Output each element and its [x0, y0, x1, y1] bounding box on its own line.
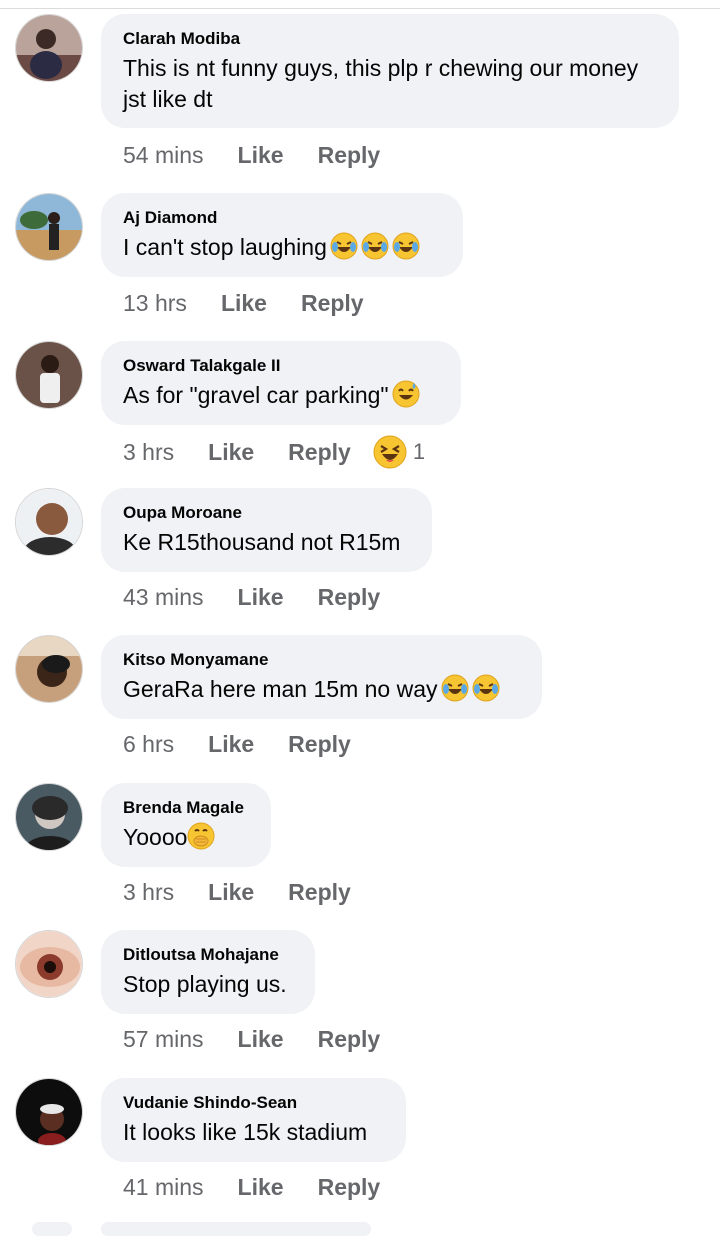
comment-bubble: Aj Diamond I can't stop laughing [101, 193, 463, 277]
comment-bubble: Oupa Moroane Ke R15thousand not R15m [101, 488, 432, 572]
reply-button[interactable]: Reply [318, 1026, 381, 1053]
reply-button[interactable]: Reply [301, 290, 364, 317]
like-button[interactable]: Like [208, 439, 254, 466]
comment-text: Ke R15thousand not R15m [123, 529, 401, 555]
comment-text: I can't stop laughing [123, 232, 441, 263]
comment-text-content: Yoooo [123, 824, 188, 850]
comment-timestamp[interactable]: 3 hrs [123, 439, 174, 466]
next-avatar-partial [32, 1222, 72, 1236]
comment-bubble: Brenda Magale Yoooo [101, 783, 271, 867]
commenter-name[interactable]: Ditloutsa Mohajane [123, 944, 293, 966]
like-button[interactable]: Like [238, 1174, 284, 1201]
comment-text-content: I can't stop laughing [123, 234, 327, 260]
laugh-cry-emoji [392, 232, 420, 260]
next-comment-bubble-partial [101, 1222, 371, 1236]
commenter-name[interactable]: Brenda Magale [123, 797, 249, 819]
comment-bubble: Vudanie Shindo-Sean It looks like 15k st… [101, 1078, 406, 1162]
avatar[interactable] [15, 193, 83, 261]
comment-actions: 6 hrs Like Reply [123, 731, 351, 758]
comment-bubble: Osward Talakgale II As for "gravel car p… [101, 341, 461, 425]
comment-actions: 3 hrs Like Reply 1 [123, 435, 425, 469]
comment-text: Stop playing us. [123, 971, 287, 997]
reaction-summary[interactable]: 1 [373, 435, 425, 469]
comment-actions: 13 hrs Like Reply [123, 290, 364, 317]
like-button[interactable]: Like [238, 1026, 284, 1053]
comment-actions: 43 mins Like Reply [123, 584, 380, 611]
comment-actions: 57 mins Like Reply [123, 1026, 380, 1053]
like-button[interactable]: Like [208, 879, 254, 906]
comment-timestamp[interactable]: 54 mins [123, 142, 204, 169]
commenter-name[interactable]: Clarah Modiba [123, 28, 657, 50]
laugh-cry-emoji [330, 232, 358, 260]
comment-actions: 54 mins Like Reply [123, 142, 380, 169]
reaction-count: 1 [412, 439, 426, 464]
like-button[interactable]: Like [221, 290, 267, 317]
comment-timestamp[interactable]: 3 hrs [123, 879, 174, 906]
sweat-smile-emoji [392, 380, 420, 408]
comment-text: Yoooo [123, 822, 249, 853]
comment-timestamp[interactable]: 41 mins [123, 1174, 204, 1201]
like-button[interactable]: Like [238, 584, 284, 611]
reply-button[interactable]: Reply [288, 879, 351, 906]
top-divider [0, 8, 720, 9]
comment-text: It looks like 15k stadium [123, 1119, 368, 1145]
reply-button[interactable]: Reply [318, 1174, 381, 1201]
commenter-name[interactable]: Oupa Moroane [123, 502, 410, 524]
comment-bubble: Ditloutsa Mohajane Stop playing us. [101, 930, 315, 1014]
avatar[interactable] [15, 488, 83, 556]
commenter-name[interactable]: Osward Talakgale II [123, 355, 439, 377]
laugh-cry-emoji [361, 232, 389, 260]
avatar[interactable] [15, 930, 83, 998]
comment-actions: 41 mins Like Reply [123, 1174, 380, 1201]
comment-actions: 3 hrs Like Reply [123, 879, 351, 906]
laugh-cry-emoji [472, 674, 499, 702]
comment-text: This is nt funny guys, this plp r chewin… [123, 55, 639, 112]
comment-text: As for "gravel car parking" [123, 380, 439, 411]
comment-timestamp[interactable]: 43 mins [123, 584, 204, 611]
comment-timestamp[interactable]: 13 hrs [123, 290, 187, 317]
like-button[interactable]: Like [208, 731, 254, 758]
commenter-name[interactable]: Vudanie Shindo-Sean [123, 1092, 384, 1114]
comment-timestamp[interactable]: 57 mins [123, 1026, 204, 1053]
comment-bubble: Kitso Monyamane GeraRa here man 15m no w… [101, 635, 542, 719]
reply-button[interactable]: Reply [318, 142, 381, 169]
commenter-name[interactable]: Aj Diamond [123, 207, 441, 229]
avatar[interactable] [15, 783, 83, 851]
haha-reaction-icon [373, 435, 407, 469]
avatar[interactable] [15, 635, 83, 703]
avatar[interactable] [15, 14, 83, 82]
comment-bubble: Clarah Modiba This is nt funny guys, thi… [101, 14, 679, 128]
reply-button[interactable]: Reply [318, 584, 381, 611]
avatar[interactable] [15, 1078, 83, 1146]
reply-button[interactable]: Reply [288, 439, 351, 466]
comment-text-content: GeraRa here man 15m no way [123, 676, 438, 702]
comment-timestamp[interactable]: 6 hrs [123, 731, 174, 758]
like-button[interactable]: Like [238, 142, 284, 169]
comment-text: GeraRa here man 15m no way [123, 674, 520, 705]
avatar[interactable] [15, 341, 83, 409]
hand-over-mouth-emoji [187, 822, 215, 850]
reply-button[interactable]: Reply [288, 731, 351, 758]
comment-text-content: As for "gravel car parking" [123, 382, 389, 408]
laugh-cry-emoji [441, 674, 468, 702]
commenter-name[interactable]: Kitso Monyamane [123, 649, 520, 671]
